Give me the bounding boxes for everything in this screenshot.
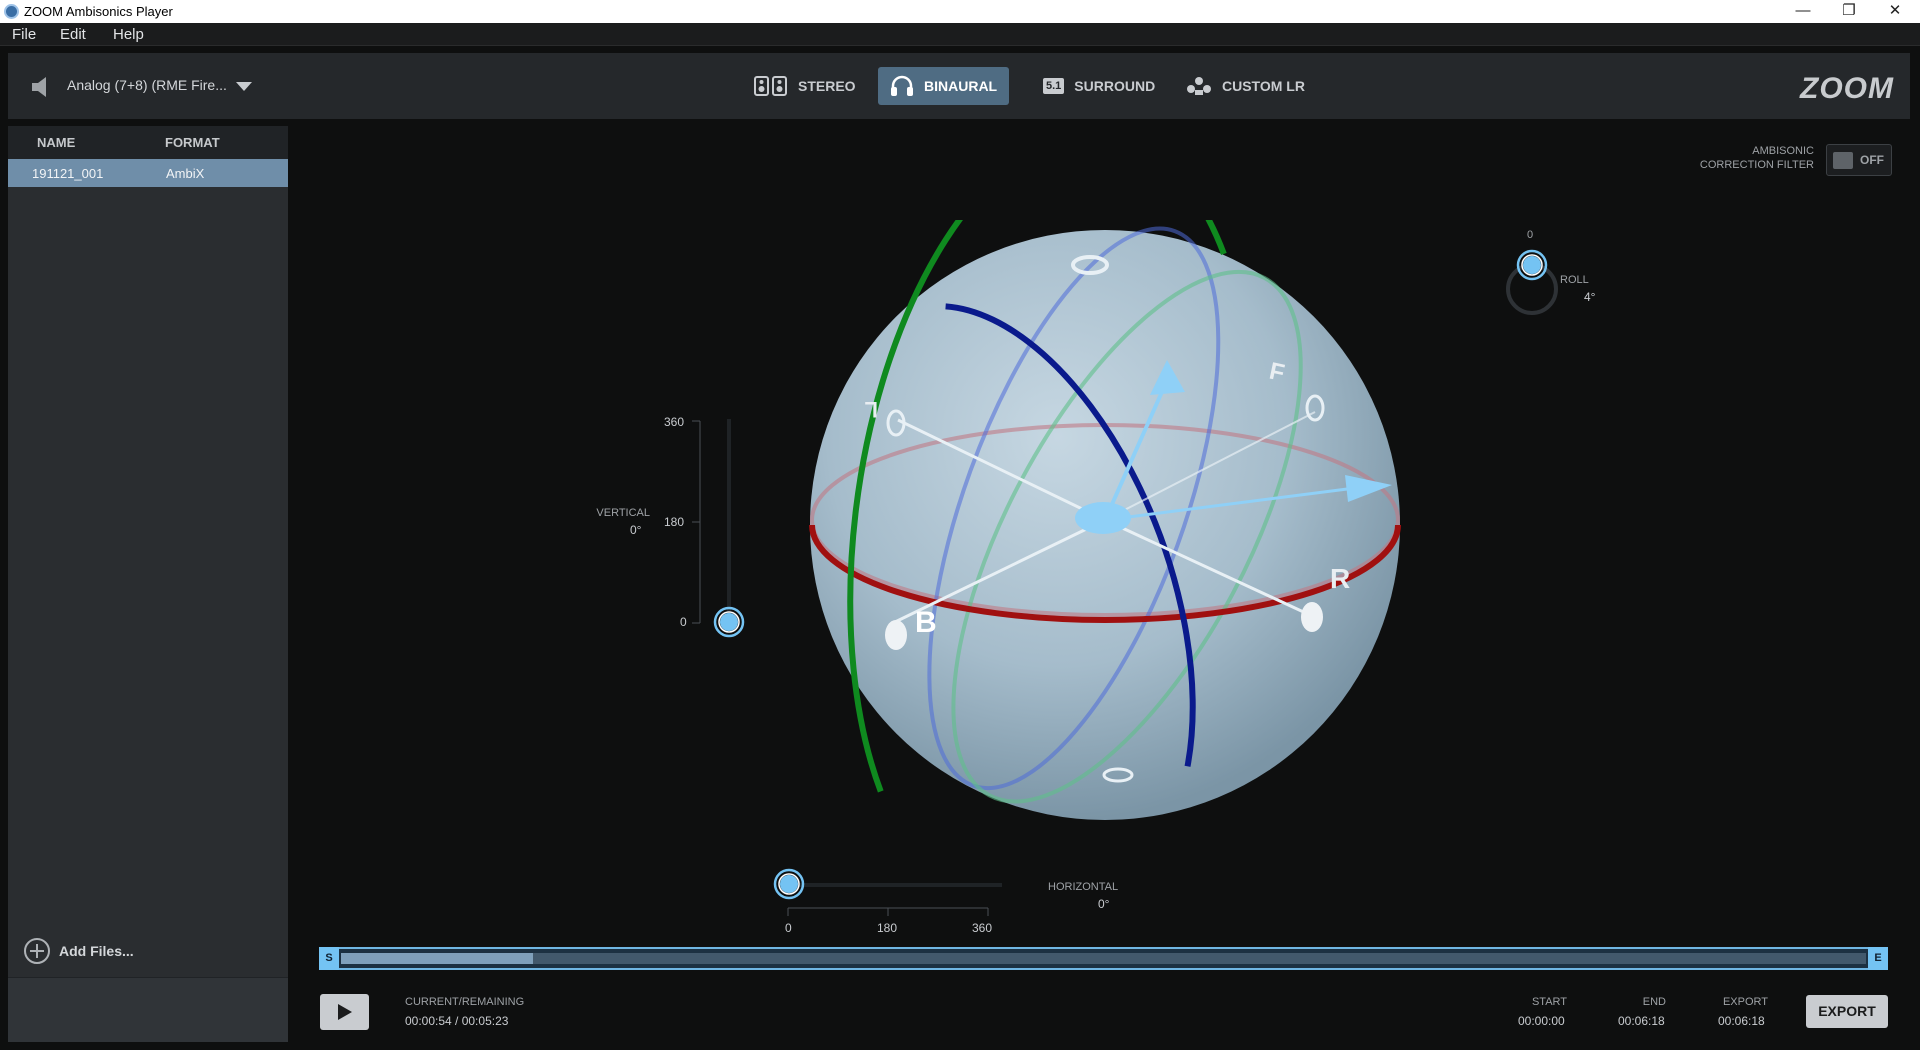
export-button[interactable]: EXPORT	[1806, 995, 1888, 1028]
mode-binaural-button[interactable]: BINAURAL	[878, 67, 1010, 105]
start-value: 00:00:00	[1518, 1014, 1565, 1028]
ambisonic-sphere[interactable]: B R F L	[800, 220, 1410, 830]
menu-help[interactable]: Help	[113, 26, 144, 43]
correction-filter-toggle[interactable]: OFF	[1826, 144, 1892, 176]
timeline-start-marker[interactable]: S	[319, 947, 339, 970]
title-bar: ZOOM Ambisonics Player — ❐ ✕	[0, 0, 1920, 23]
chevron-down-icon[interactable]	[236, 82, 252, 91]
zoom-logo: ZOOM	[1800, 72, 1894, 105]
label-back: B	[915, 606, 937, 639]
headphones-icon	[891, 75, 913, 96]
label-right: R	[1330, 563, 1350, 594]
sidebar-footer	[8, 977, 288, 1042]
mode-custom-lr-button[interactable]: CUSTOM LR	[1174, 67, 1317, 105]
play-button[interactable]	[320, 994, 369, 1030]
timeline-end-marker[interactable]: E	[1868, 947, 1888, 970]
vertical-label: VERTICAL	[596, 507, 650, 519]
column-header-format[interactable]: FORMAT	[165, 135, 220, 150]
horizontal-tick-0: 0	[785, 921, 792, 935]
end-label: END	[1642, 996, 1666, 1008]
end-value: 00:06:18	[1618, 1014, 1665, 1028]
horizontal-label: HORIZONTAL	[1048, 881, 1119, 893]
file-list-header: NAME FORMAT	[8, 126, 288, 159]
horizontal-value: 0°	[1098, 897, 1110, 911]
stereo-speakers-icon	[754, 76, 787, 96]
horizontal-tick-180: 180	[877, 921, 898, 935]
correction-filter-label-line1: AMBISONIC	[1752, 145, 1814, 157]
column-header-name[interactable]: NAME	[37, 135, 75, 150]
export-value: 00:06:18	[1718, 1014, 1765, 1028]
surround-5-1-icon: 5.1	[1043, 78, 1065, 94]
plus-circle-icon	[24, 938, 50, 964]
output-device-label[interactable]: Analog (7+8) (RME Fire...	[67, 77, 227, 93]
toolbar: Analog (7+8) (RME Fire... STEREO BINAURA…	[8, 53, 1910, 119]
file-row[interactable]: 191121_001 AmbiX	[8, 159, 288, 187]
restore-button[interactable]: ❐	[1826, 0, 1872, 23]
vertical-tick-0: 0	[680, 615, 687, 629]
add-files-button[interactable]: Add Files...	[24, 938, 134, 964]
mode-surround-label: SURROUND	[1074, 78, 1156, 94]
toggle-state: OFF	[1860, 153, 1884, 167]
back-marker	[885, 620, 907, 650]
speaker-icon[interactable]	[31, 76, 51, 98]
current-remaining-label: CURRENT/REMAINING	[405, 996, 525, 1008]
window-title: ZOOM Ambisonics Player	[24, 4, 173, 19]
mode-binaural-label: BINAURAL	[924, 78, 998, 94]
vertical-tick-360: 360	[664, 415, 685, 429]
timeline-remaining	[533, 953, 1866, 964]
menu-edit[interactable]: Edit	[60, 26, 86, 43]
vertical-slider[interactable]	[690, 415, 750, 640]
start-label: START	[1531, 996, 1567, 1008]
toggle-knob	[1833, 152, 1853, 169]
horizontal-tick-360: 360	[972, 921, 993, 935]
play-icon	[338, 1004, 352, 1020]
current-remaining-value: 00:00:54 / 00:05:23	[405, 1014, 509, 1028]
app-icon	[4, 4, 19, 19]
custom-lr-icon	[1187, 77, 1211, 95]
correction-filter-label: AMBISONIC CORRECTION FILTER	[1660, 144, 1814, 172]
mode-stereo-button[interactable]: STEREO	[742, 67, 868, 105]
roll-value: 4°	[1584, 290, 1596, 304]
menu-bar: File Edit Help	[0, 23, 1920, 46]
correction-filter-label-line2: CORRECTION FILTER	[1699, 159, 1814, 171]
timeline-progress	[341, 953, 533, 964]
label-left: L	[865, 397, 878, 422]
file-format: AmbiX	[166, 166, 205, 181]
roll-label: ROLL	[1560, 274, 1589, 286]
timeline-scrubber[interactable]: S E	[319, 947, 1888, 970]
minimize-button[interactable]: —	[1780, 0, 1826, 23]
roll-dial[interactable]	[1502, 237, 1562, 319]
add-files-label: Add Files...	[59, 943, 134, 959]
mode-stereo-label: STEREO	[798, 78, 856, 94]
vertical-tick-180: 180	[664, 515, 685, 529]
right-marker	[1301, 602, 1323, 632]
mode-surround-button[interactable]: 5.1 SURROUND	[1031, 67, 1167, 105]
menu-file[interactable]: File	[12, 26, 36, 43]
file-name: 191121_001	[32, 166, 104, 181]
vertical-value: 0°	[630, 523, 642, 537]
mode-custom-lr-label: CUSTOM LR	[1222, 78, 1305, 94]
export-label: EXPORT	[1722, 996, 1768, 1008]
file-list-panel: NAME FORMAT 191121_001 AmbiX Add Files..…	[8, 126, 288, 1042]
close-button[interactable]: ✕	[1872, 0, 1918, 23]
sphere-center	[1075, 502, 1131, 534]
